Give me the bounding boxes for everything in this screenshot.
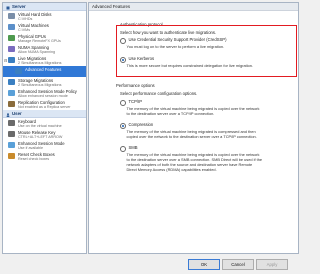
tcpip-label[interactable]: TCP/IP xyxy=(129,99,143,104)
smb-description-3: network adapters of both the source and … xyxy=(126,161,253,167)
tcpip-radio[interactable] xyxy=(120,99,126,106)
tree-item-subtitle: Reset check boxes xyxy=(18,156,50,161)
tcpip-description-2: to the destination server over a TCP/IP … xyxy=(126,110,215,116)
tree-item-enhanced-session-mode-policy[interactable]: Enhanced Session Mode Policy Allow enhanc… xyxy=(3,88,86,99)
section-title: Advanced Features xyxy=(89,3,298,11)
enhanced-session-mode-icon xyxy=(8,142,15,148)
compression-description-2: copied over the network to the destinati… xyxy=(126,133,257,139)
cancel-button[interactable]: Cancel xyxy=(222,259,254,270)
keyboard-icon xyxy=(8,120,15,126)
authentication-highlight-box xyxy=(116,25,297,77)
ok-button[interactable]: OK xyxy=(188,259,220,270)
mouse-release-key-icon xyxy=(8,131,15,137)
advanced-features-icon xyxy=(15,68,22,74)
tree-item-subtitle: Use if available xyxy=(18,145,44,150)
tree-item-live-migrations[interactable]: ⊟ Live Migrations 2 Simultaneous Migration… xyxy=(3,55,86,66)
tree-item-numa-spanning[interactable]: NUMA Spanning Allow NUMA Spanning xyxy=(3,44,86,55)
tree-item-physical-gpus[interactable]: Physical GPUs Manage RemoteFX GPUs xyxy=(3,33,86,44)
compression-description-1: The memory of the virtual machine being … xyxy=(126,128,256,134)
numa-spanning-icon xyxy=(8,46,15,52)
smb-description-4: Direct Memory Access (RDMA) capabilities… xyxy=(126,166,217,172)
compression-label[interactable]: Compression xyxy=(129,122,154,127)
tree-item-title: Enhanced Session Mode Policy xyxy=(18,88,77,94)
tree-item-virtual-hard-disks[interactable]: Virtual Hard Disks C:\VHDs xyxy=(3,11,86,22)
tree-item-advanced-features[interactable]: Advanced Features xyxy=(3,66,86,77)
tree-item-virtual-machines[interactable]: Virtual Machines C:\VMs xyxy=(3,22,86,33)
smb-description-1: The memory of the virtual machine being … xyxy=(126,151,260,157)
storage-migrations-icon xyxy=(8,79,15,85)
server-icon xyxy=(6,5,10,9)
performance-prompt: Select performance configuration options… xyxy=(120,91,198,96)
tcpip-description-1: The memory of the virtual machine being … xyxy=(126,105,260,111)
tree-item-enhanced-session-mode[interactable]: Enhanced Session Mode Use if available xyxy=(3,140,86,151)
tree-item-mouse-release-key[interactable]: Mouse Release Key CTRL+ALT+LEFT ARROW xyxy=(3,129,86,140)
tree-item-subtitle: 2 Simultaneous Migrations xyxy=(18,82,62,87)
enhanced-session-mode-policy-icon xyxy=(8,90,15,96)
virtual-machines-icon xyxy=(8,24,15,30)
apply-button[interactable]: Apply xyxy=(256,259,288,270)
live-migrations-icon xyxy=(8,57,15,63)
physical-gpus-icon xyxy=(8,35,15,41)
replication-configuration-icon xyxy=(8,101,15,107)
tree-item-subtitle: Manage RemoteFX GPUs xyxy=(18,38,61,43)
smb-radio[interactable] xyxy=(120,145,126,152)
tree-item-subtitle: C:\VMs xyxy=(18,27,31,32)
reset-check-boxes-icon xyxy=(8,153,15,159)
tree-item-subtitle: C:\VHDs xyxy=(18,16,33,21)
compression-radio[interactable] xyxy=(120,122,126,129)
tree-item-subtitle: Use on the virtual machine xyxy=(18,123,62,128)
tree-item-subtitle: 2 Simultaneous Migrations xyxy=(18,60,62,65)
user-group-header[interactable]: User xyxy=(3,110,86,118)
server-group-label: Server xyxy=(12,4,26,9)
smb-description-2: to the destination server over a SMB con… xyxy=(126,156,263,162)
user-icon xyxy=(6,112,10,117)
smb-label[interactable]: SMB xyxy=(129,145,138,150)
tree-item-subtitle: Allow enhanced session mode xyxy=(18,93,68,98)
tree-item-keyboard[interactable]: Keyboard Use on the virtual machine xyxy=(3,118,86,129)
tree-item-replication-configuration[interactable]: Replication Configuration Not enabled as … xyxy=(3,99,86,110)
tree-item-subtitle: CTRL+ALT+LEFT ARROW xyxy=(18,134,63,139)
settings-tree: Server Virtual Hard Disks C:\VHDs Virtual … xyxy=(2,2,87,254)
advanced-features-panel: Advanced Features Authentication protoco… xyxy=(88,2,299,254)
performance-heading: Performance options xyxy=(116,83,155,88)
virtual-hard-disks-icon xyxy=(8,13,15,19)
tree-item-subtitle: Not enabled as a Replica server xyxy=(18,104,71,109)
tree-item-subtitle: Allow NUMA Spanning xyxy=(18,49,56,54)
hyper-v-settings-window: Server Virtual Hard Disks C:\VHDs Virtual … xyxy=(0,0,300,274)
collapse-toggle-icon[interactable]: ⊟ xyxy=(4,58,7,63)
tree-item-reset-check-boxes[interactable]: Reset Check Boxes Reset check boxes xyxy=(3,151,86,162)
tree-item-title: Advanced Features xyxy=(25,66,62,72)
user-group-label: User xyxy=(12,111,22,116)
tree-item-storage-migrations[interactable]: Storage Migrations 2 Simultaneous Migrati… xyxy=(3,77,86,88)
server-group-header[interactable]: Server xyxy=(3,3,86,11)
